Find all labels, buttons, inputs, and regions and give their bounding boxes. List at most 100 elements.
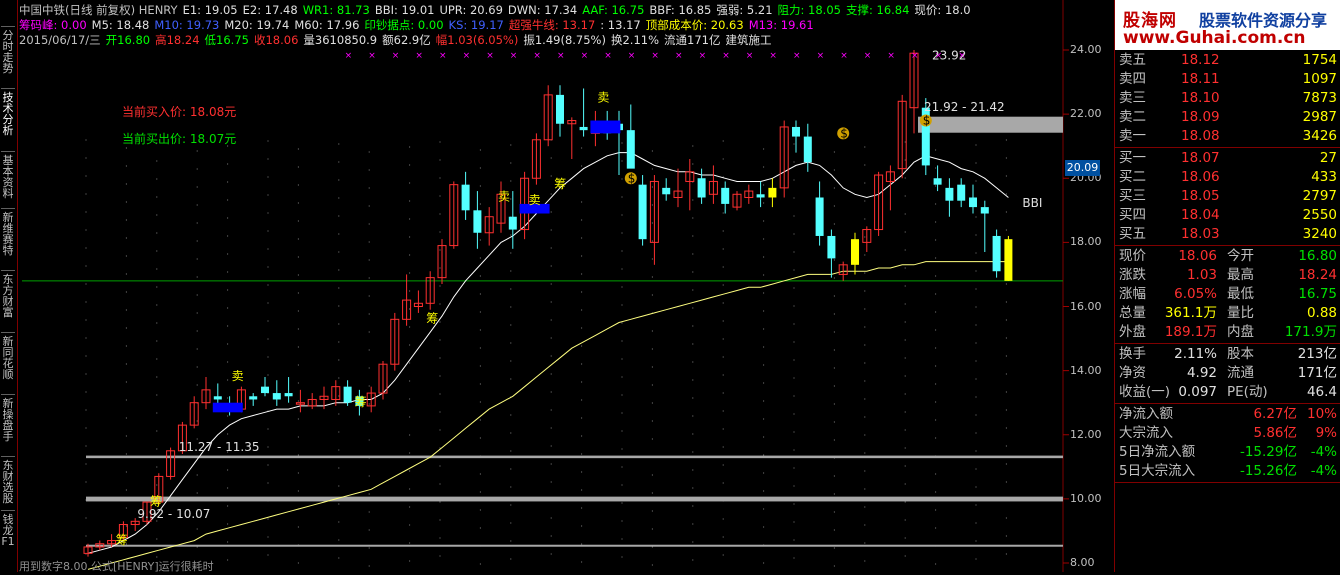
background-dot: [621, 502, 623, 504]
background-dot: [975, 252, 977, 254]
background-dot: [722, 536, 724, 538]
kline-chart-area[interactable]: × × × × × × × × × × × × × × × × × × × × × × × × × × × 卖卖卖卖筹筹筹筹筹 $ $ $2…: [18, 0, 1114, 572]
background-dot: [692, 415, 694, 417]
background-dot: [85, 391, 87, 393]
background-dot: [651, 402, 654, 404]
brand-banner[interactable]: 股海网 股票软件资源分享 www.Guhai.com.cn: [1115, 0, 1340, 50]
background-dot: [793, 233, 795, 235]
side-tab-6[interactable]: 新同花顺: [0, 336, 16, 380]
side-tab-1[interactable]: 分时走势: [0, 30, 16, 74]
background-dot: [651, 168, 654, 170]
background-dot: [368, 439, 370, 441]
stat-value-2: 171.9万: [1284, 324, 1337, 340]
background-dot: [763, 364, 765, 366]
background-dot: [85, 175, 87, 177]
side-tab-5[interactable]: 东方财富: [0, 274, 16, 318]
background-dot: [833, 169, 836, 171]
bid-row[interactable]: 买二 18.06 433: [1115, 168, 1340, 187]
ask-row[interactable]: 卖四 18.11 1097: [1115, 70, 1340, 89]
background-dot: [550, 445, 552, 447]
background-dot: [85, 157, 87, 159]
background-dot: [550, 301, 552, 303]
background-dot: [196, 420, 198, 422]
blue-block: [212, 402, 243, 413]
background-dot: [581, 345, 583, 347]
background-dot: [368, 313, 370, 315]
background-dot: [1005, 535, 1008, 537]
background-dot: [479, 473, 481, 475]
background-dot: [833, 313, 836, 315]
background-dot: [439, 267, 441, 269]
background-dot: [510, 342, 512, 344]
background-dot: [409, 560, 411, 562]
background-dot: [833, 421, 836, 423]
background-dot: [479, 275, 481, 277]
flow-value: -15.29亿: [1239, 444, 1297, 460]
background-dot: [510, 234, 512, 236]
background-dot: [651, 222, 654, 224]
price-tick-label: 22.00: [1070, 107, 1102, 121]
stat-label: 现价: [1119, 248, 1146, 264]
background-dot: [479, 527, 481, 529]
background-dot: [651, 564, 654, 566]
background-dot: [439, 537, 441, 539]
background-dot: [196, 528, 198, 530]
side-tab-3[interactable]: 基本资料: [0, 155, 16, 199]
stat-row: 外盘 189.1万 内盘 171.9万: [1115, 323, 1340, 342]
flow-percent: -4%: [1310, 463, 1337, 479]
side-tab-7[interactable]: 新操盘手: [0, 398, 16, 442]
header-field: E2: 17.48: [242, 3, 298, 17]
background-dot: [196, 366, 198, 368]
ask-row[interactable]: 卖一 18.08 3426: [1115, 127, 1340, 146]
stat-row: 总量 361.1万 量比 0.88: [1115, 304, 1340, 323]
header-field: 中国中铁(日线 前复权) HENRY: [19, 3, 178, 17]
background-dot: [510, 540, 512, 542]
background-dot: [439, 339, 441, 341]
side-tab-9[interactable]: 钱龙F1: [0, 514, 16, 547]
background-dot: [975, 486, 977, 488]
side-tab-4[interactable]: 新维赛特: [0, 212, 16, 256]
bid-row[interactable]: 买五 18.03 3240: [1115, 225, 1340, 244]
background-dot: [581, 201, 583, 203]
signal-x-mark: ×: [793, 51, 801, 61]
background-dot: [651, 258, 654, 260]
bid-row[interactable]: 买四 18.04 2550: [1115, 206, 1340, 225]
background-dot: [651, 150, 654, 152]
signal-x-mark: ×: [628, 51, 636, 61]
stat-label-2: 量比: [1227, 305, 1254, 321]
side-tab-8[interactable]: 东财选股: [0, 460, 16, 504]
flow-value: 5.86亿: [1253, 425, 1297, 441]
background-dot: [1005, 301, 1008, 303]
background-dot: [864, 200, 866, 202]
background-dot: [935, 221, 937, 223]
side-tab-2[interactable]: 技术分析: [0, 92, 16, 136]
ask-row[interactable]: 卖二 18.09 2987: [1115, 108, 1340, 127]
background-dot: [368, 565, 370, 567]
background-dot: [1005, 391, 1008, 393]
background-dot: [409, 236, 411, 238]
ask-row[interactable]: 卖三 18.10 7873: [1115, 89, 1340, 108]
background-dot: [833, 331, 836, 333]
ask-row[interactable]: 卖五 18.12 1754: [1115, 51, 1340, 70]
background-dot: [156, 250, 158, 252]
background-dot: [864, 506, 866, 508]
chip-mark: 筹: [116, 533, 128, 547]
candle-body: [792, 126, 800, 137]
side-tab-separator: [1, 270, 15, 271]
bid-row[interactable]: 买一 18.07 27: [1115, 149, 1340, 168]
sell-price-label: 当前买出价: 18.07元: [122, 131, 236, 146]
background-dot: [651, 420, 654, 422]
bid-row[interactable]: 买三 18.05 2797: [1115, 187, 1340, 206]
kline-chart[interactable]: × × × × × × × × × × × × × × × × × × × × × × × × × × ×卖卖 卖卖筹筹筹筹筹$$$2…: [18, 0, 1114, 572]
background-dot: [297, 220, 299, 222]
background-dot: [763, 202, 765, 204]
background-dot: [338, 179, 340, 181]
background-dot: [864, 182, 866, 184]
range-label: 9.92 - 10.07: [137, 507, 210, 521]
background-dot: [550, 157, 552, 159]
background-dot: [227, 217, 229, 219]
background-dot: [692, 451, 694, 453]
stat-label: 收益(一): [1119, 384, 1171, 400]
background-dot: [935, 527, 937, 529]
background-dot: [904, 537, 906, 539]
